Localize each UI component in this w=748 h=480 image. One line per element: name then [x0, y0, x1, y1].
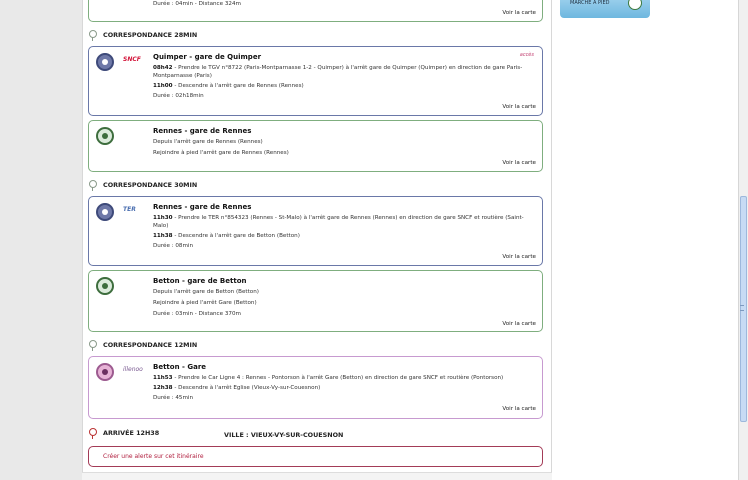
- sncf-logo: SNCF: [123, 56, 141, 63]
- bus-step-card: illenoo Betton - Gare 11h53 - Prendre le…: [88, 356, 543, 419]
- connection-label: CORRESPONDANCE 28MIN: [103, 31, 198, 39]
- connection-row: CORRESPONDANCE 30MIN: [89, 180, 389, 191]
- view-map-link[interactable]: Voir la carte: [502, 10, 536, 16]
- arrival-text: - Descendre à l'arrêt gare de Rennes (Re…: [172, 83, 304, 89]
- arrival-time: 11h38: [153, 233, 173, 239]
- step-duration: Durée : 45min: [153, 395, 194, 401]
- view-map-link[interactable]: Voir la carte: [502, 104, 536, 110]
- arrival-time: 11h00: [153, 83, 173, 89]
- create-alert-label: Créer une alerte sur cet itinéraire: [103, 453, 204, 460]
- pin-icon: [89, 340, 97, 351]
- walk-promo-banner[interactable]: MARCHE À PIED: [560, 0, 650, 18]
- connection-label: CORRESPONDANCE 30MIN: [103, 181, 198, 189]
- arrival-text: - Descendre à l'arrêt gare de Betton (Be…: [172, 233, 300, 239]
- promo-text: MARCHE À PIED: [570, 0, 610, 6]
- step-arrival: 12h38 - Descendre à l'arrêt Eglise (Vieu…: [153, 384, 533, 392]
- train-step-card: SNCF accès Quimper - gare de Quimper 08h…: [88, 46, 543, 116]
- step-arrival: 11h00 - Descendre à l'arrêt gare de Renn…: [153, 82, 533, 90]
- arrival-text: - Descendre à l'arrêt Eglise (Vieux-Vy-s…: [172, 385, 321, 391]
- walk-icon: [96, 127, 114, 145]
- walk-icon: [96, 277, 114, 295]
- connection-row: CORRESPONDANCE 28MIN: [89, 30, 389, 41]
- step-departure: 08h42 - Prendre le TGV n°8722 (Paris-Mon…: [153, 64, 533, 80]
- right-column: MARCHE À PIED: [552, 0, 738, 480]
- connection-row: CORRESPONDANCE 12MIN: [89, 340, 389, 351]
- step-walk: Rejoindre à pied l'arrêt Gare (Betton): [153, 300, 257, 306]
- arrival-pin-icon: [89, 428, 97, 439]
- step-duration: Durée : 02h18min: [153, 93, 204, 99]
- step-from: Depuis l'arrêt gare de Rennes (Rennes): [153, 139, 263, 145]
- view-map-link[interactable]: Voir la carte: [502, 254, 536, 260]
- connection-label: CORRESPONDANCE 12MIN: [103, 341, 198, 349]
- step-title: Rennes - gare de Rennes: [153, 203, 252, 211]
- vertical-scrollbar[interactable]: [738, 0, 748, 480]
- pin-icon: [89, 30, 97, 41]
- step-duration: Durée : 04min - Distance 324m: [153, 1, 241, 7]
- step-title: Betton - gare de Betton: [153, 277, 247, 285]
- bottom-bar: [82, 472, 552, 480]
- departure-text: - Prendre le Car Ligne 4 : Rennes - Pont…: [172, 375, 504, 381]
- step-arrival: 11h38 - Descendre à l'arrêt gare de Bett…: [153, 232, 533, 240]
- departure-text: - Prendre le TGV n°8722 (Paris-Montparna…: [153, 65, 523, 79]
- arrival-label: ARRIVÉE 12H38: [103, 429, 160, 437]
- step-title: Quimper - gare de Quimper: [153, 53, 262, 61]
- step-walk: Rejoindre à pied l'arrêt gare de Rennes …: [153, 150, 289, 156]
- illenoo-logo: illenoo: [123, 366, 143, 373]
- bus-icon: [96, 363, 114, 381]
- step-title: Rennes - gare de Rennes: [153, 127, 252, 135]
- walker-icon: [628, 0, 642, 10]
- step-duration: Durée : 08min: [153, 243, 194, 249]
- accessibility-icon: accès: [519, 52, 534, 58]
- train-step-card: TER Rennes - gare de Rennes 11h30 - Pren…: [88, 196, 543, 266]
- walk-step-card: Rennes - gare de Rennes Depuis l'arrêt g…: [88, 120, 543, 172]
- step-departure: 11h53 - Prendre le Car Ligne 4 : Rennes …: [153, 374, 533, 382]
- train-icon: [96, 203, 114, 221]
- train-icon: [96, 53, 114, 71]
- create-alert-button[interactable]: Créer une alerte sur cet itinéraire: [88, 446, 543, 467]
- step-from: Depuis l'arrêt gare de Betton (Betton): [153, 289, 259, 295]
- walk-step-card: Betton - gare de Betton Depuis l'arrêt g…: [88, 270, 543, 332]
- departure-time: 08h42: [153, 65, 173, 71]
- arrival-city: VILLE : VIEUX-VY-SUR-COUESNON: [224, 431, 344, 439]
- walk-step-card: Durée : 04min - Distance 324m Voir la ca…: [88, 0, 543, 22]
- page: MARCHE À PIED Durée : 04min - Distance 3…: [0, 0, 748, 480]
- pin-icon: [89, 180, 97, 191]
- ter-logo: TER: [123, 206, 136, 213]
- view-map-link[interactable]: Voir la carte: [502, 160, 536, 166]
- view-map-link[interactable]: Voir la carte: [502, 321, 536, 327]
- step-duration: Durée : 03min - Distance 370m: [153, 311, 241, 317]
- scrollbar-grip-icon: [740, 305, 744, 311]
- step-title: Betton - Gare: [153, 363, 207, 371]
- departure-time: 11h30: [153, 215, 173, 221]
- arrival-time: 12h38: [153, 385, 173, 391]
- view-map-link[interactable]: Voir la carte: [502, 406, 536, 412]
- step-departure: 11h30 - Prendre le TER n°854323 (Rennes …: [153, 214, 533, 230]
- departure-time: 11h53: [153, 375, 173, 381]
- departure-text: - Prendre le TER n°854323 (Rennes - St-M…: [153, 215, 524, 229]
